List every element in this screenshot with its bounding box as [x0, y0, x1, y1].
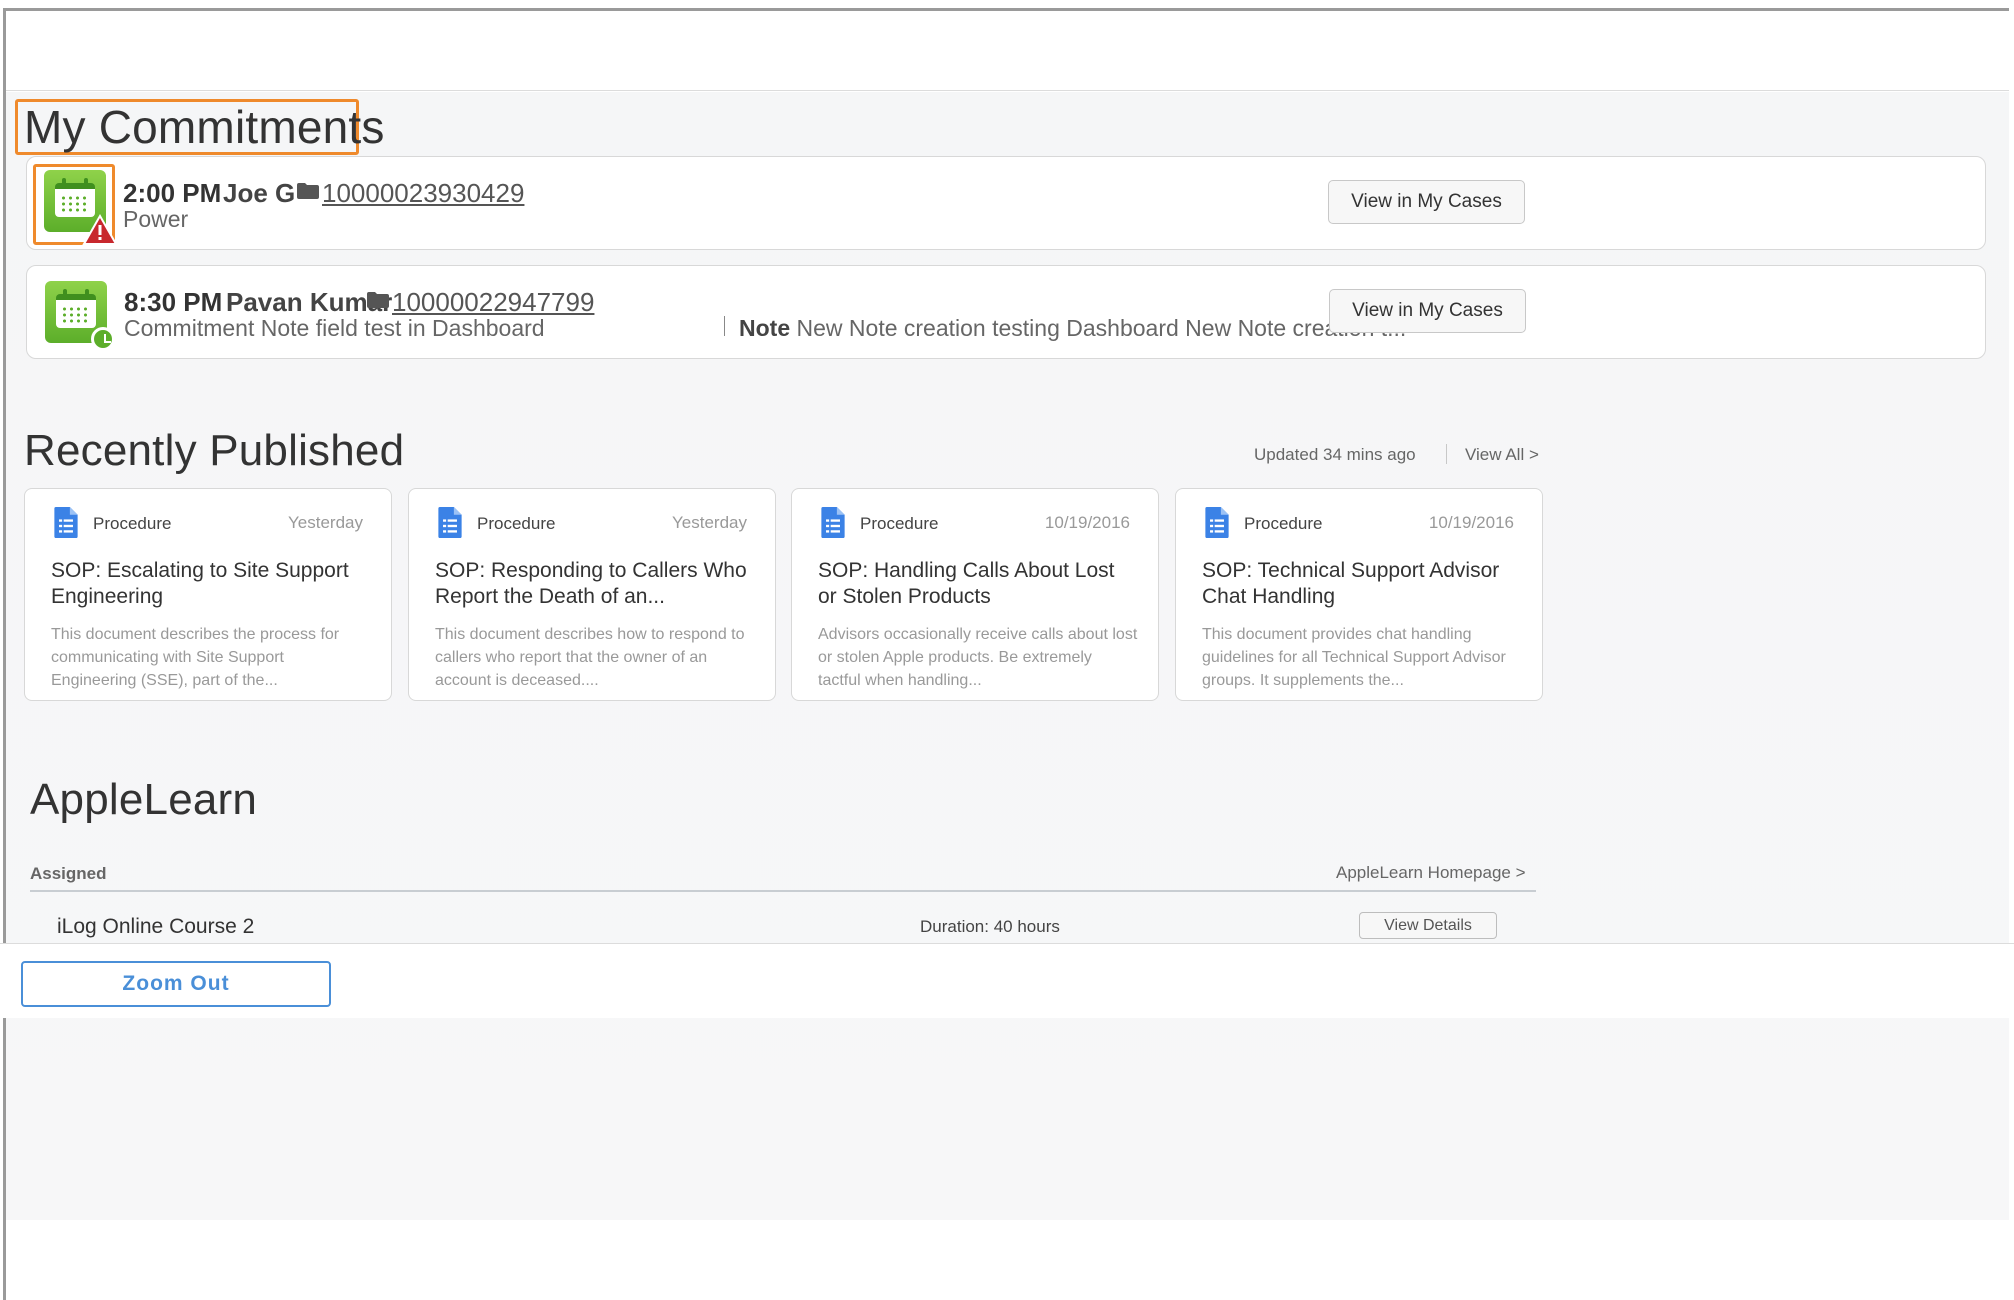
document-card[interactable]: Procedure 10/19/2016 SOP: Technical Supp…	[1175, 488, 1543, 701]
folder-icon	[367, 292, 389, 308]
document-date: 10/19/2016	[1428, 513, 1514, 532]
document-icon	[54, 507, 78, 538]
note-label: Note	[739, 315, 791, 341]
document-title: SOP: Technical Support Advisor Chat Hand…	[1202, 559, 1500, 608]
document-type: Procedure	[477, 514, 556, 533]
document-icon	[821, 507, 845, 538]
document-type: Procedure	[860, 514, 939, 533]
document-type: Procedure	[1244, 514, 1323, 533]
commitment-subtitle: Power	[123, 206, 189, 232]
commitment-card	[26, 156, 1986, 250]
commitment-time: 2:00 PM	[123, 178, 222, 208]
my-commitments-title: My Commitments	[24, 101, 385, 153]
meta-divider	[1446, 444, 1447, 464]
course-name: iLog Online Course 2	[57, 915, 255, 938]
document-description: This document provides chat handling gui…	[1202, 626, 1506, 689]
document-description: Advisors occasionally receive calls abou…	[818, 626, 1138, 689]
document-card[interactable]: Procedure Yesterday SOP: Responding to C…	[408, 488, 776, 701]
note-divider	[724, 316, 725, 336]
document-date: 10/19/2016	[1044, 513, 1130, 532]
note-text: New Note creation testing Dashboard New …	[796, 315, 1407, 341]
document-date: Yesterday	[672, 513, 747, 532]
assigned-divider	[30, 890, 1536, 892]
commitment-subtitle: Commitment Note field test in Dashboard	[124, 315, 545, 341]
commitment-customer-name: Joe G	[223, 178, 296, 208]
document-icon	[1205, 507, 1229, 538]
document-date: Yesterday	[288, 513, 363, 532]
zoom-out-button[interactable]: Zoom Out	[21, 961, 331, 1007]
calendar-icon	[44, 170, 118, 245]
document-card[interactable]: Procedure Yesterday SOP: Escalating to S…	[24, 488, 392, 701]
view-in-my-cases-button[interactable]: View in My Cases	[1329, 289, 1526, 333]
case-number-link[interactable]: 10000023930429	[322, 178, 524, 209]
document-title: SOP: Handling Calls About Lost or Stolen…	[818, 559, 1115, 608]
document-description: This document describes how to respond t…	[435, 626, 745, 689]
view-all-link[interactable]: View All >	[1465, 445, 1539, 465]
commitment-time: 8:30 PM	[124, 287, 223, 317]
warning-icon	[82, 214, 118, 245]
document-type: Procedure	[93, 514, 172, 533]
recently-published-title: Recently Published	[24, 426, 405, 475]
assigned-label: Assigned	[30, 864, 107, 883]
view-details-button[interactable]: View Details	[1359, 912, 1497, 939]
applelearn-title: AppleLearn	[30, 775, 258, 824]
commitment-note: Note New Note creation testing Dashboard…	[739, 315, 1406, 342]
applelearn-homepage-link[interactable]: AppleLearn Homepage >	[1336, 863, 1526, 883]
folder-icon	[297, 183, 319, 199]
case-number-link[interactable]: 10000022947799	[392, 287, 594, 318]
document-title: SOP: Responding to Callers Who Report th…	[435, 559, 747, 608]
calendar-icon	[45, 281, 115, 351]
updated-timestamp: Updated 34 mins ago	[1254, 445, 1416, 464]
clock-icon	[91, 327, 115, 351]
document-title: SOP: Escalating to Site Support Engineer…	[51, 559, 349, 608]
document-card[interactable]: Procedure 10/19/2016 SOP: Handling Calls…	[791, 488, 1159, 701]
document-description: This document describes the process for …	[51, 626, 340, 689]
view-in-my-cases-button[interactable]: View in My Cases	[1328, 180, 1525, 224]
top-bar	[6, 11, 2009, 91]
course-duration: Duration: 40 hours	[920, 917, 1060, 936]
document-icon	[438, 507, 462, 538]
